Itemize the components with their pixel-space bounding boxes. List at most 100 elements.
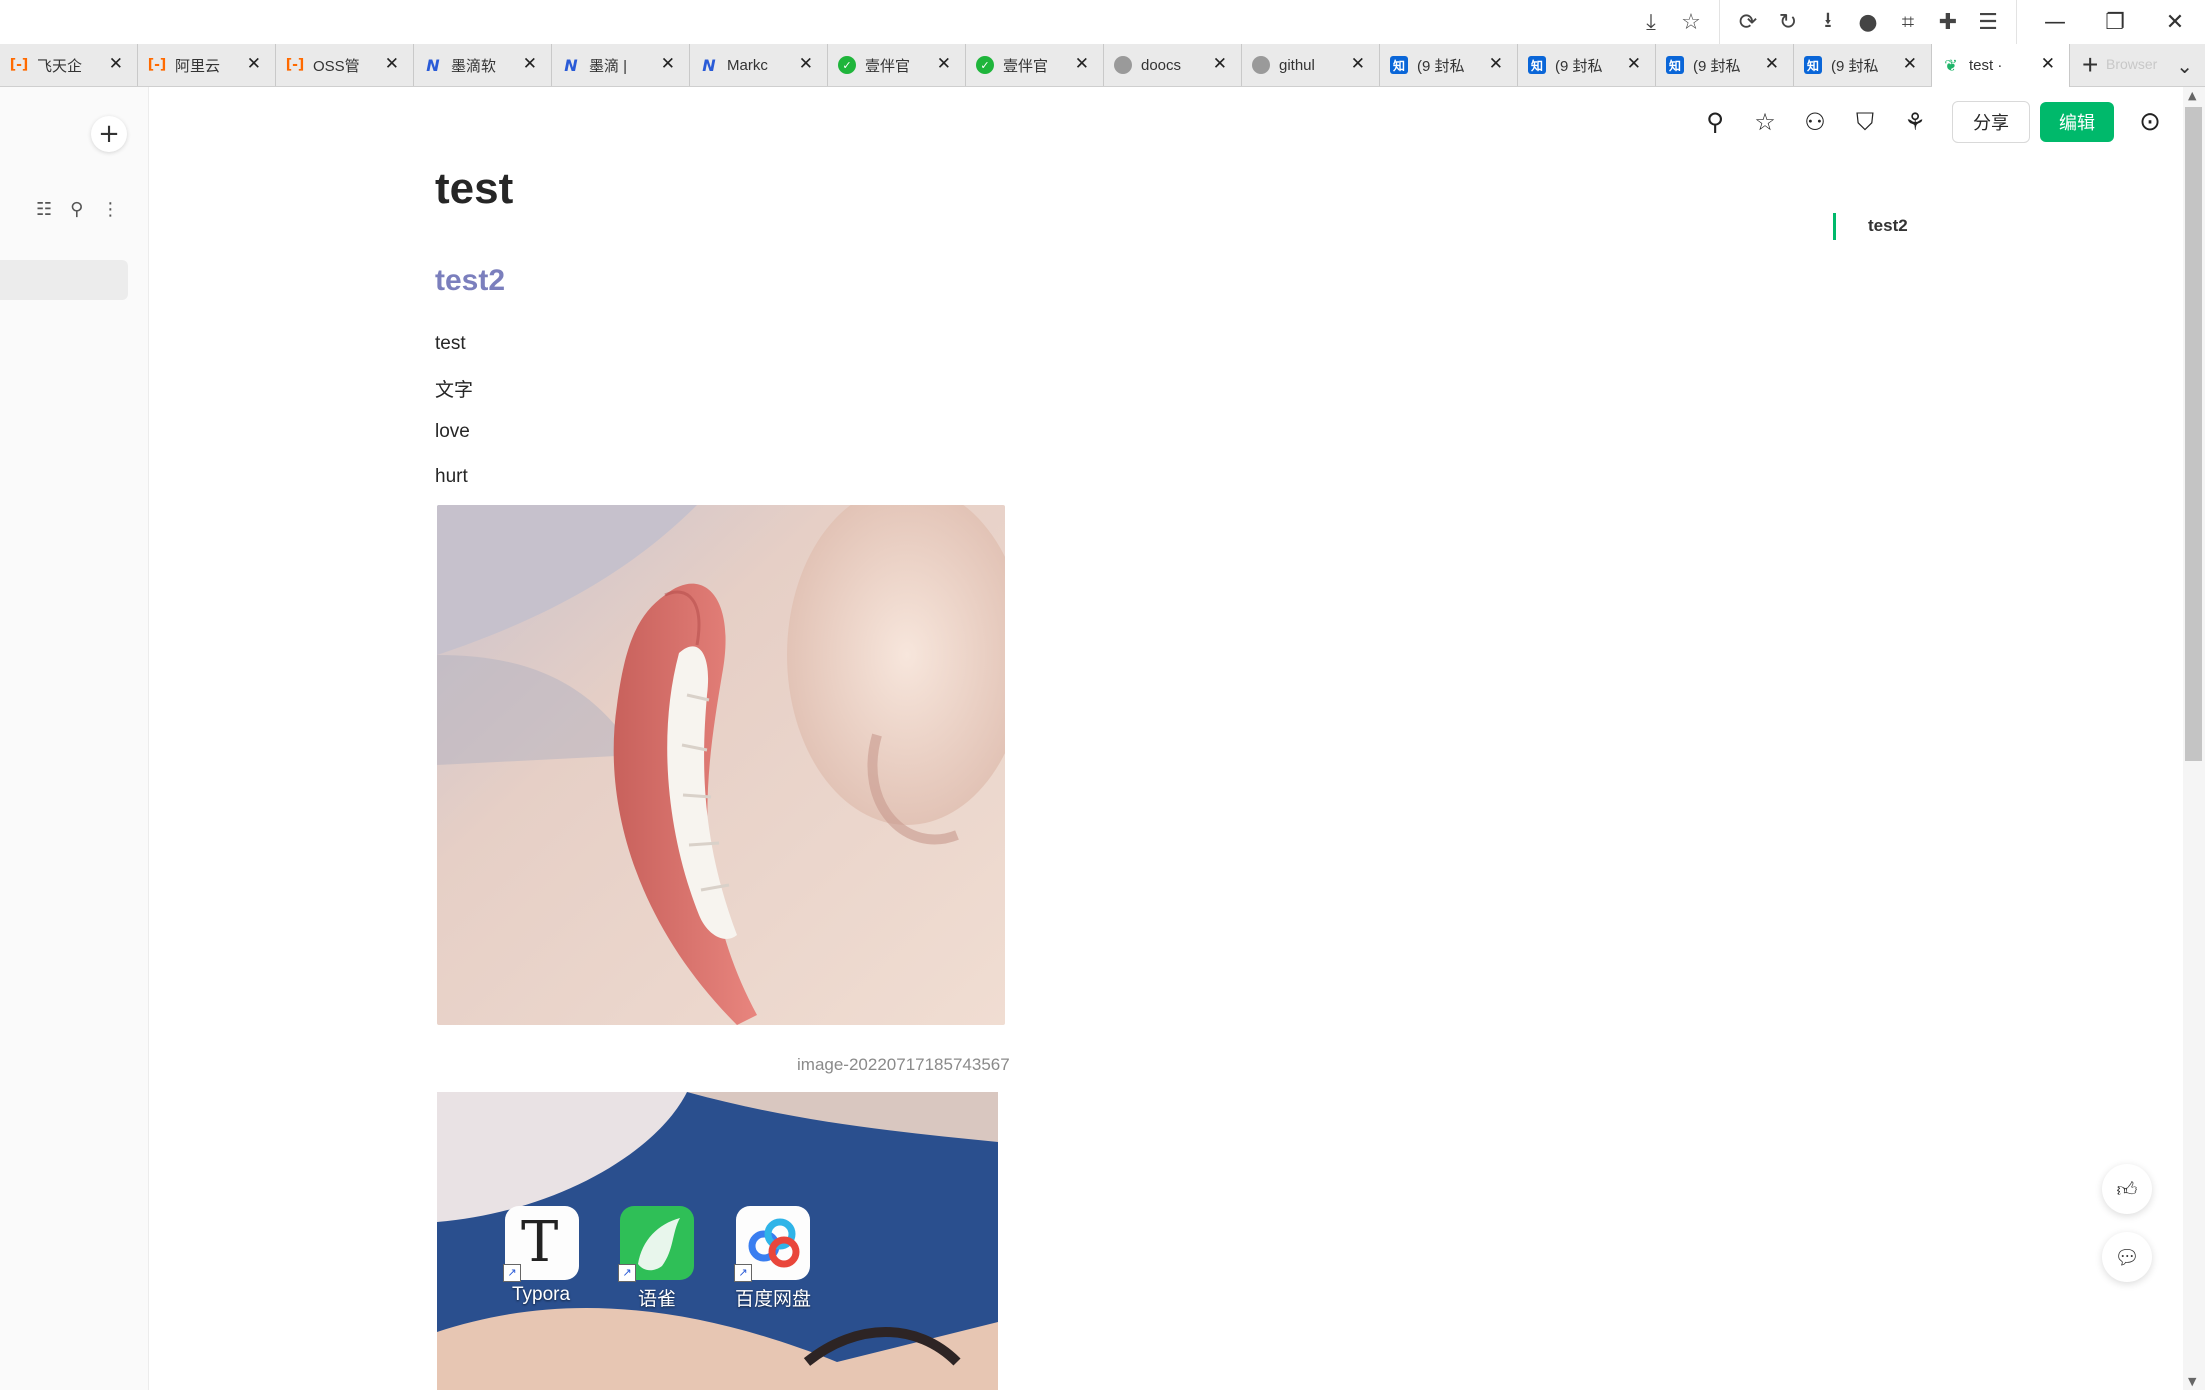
lips-photo[interactable]	[437, 505, 1005, 1025]
minimize-icon[interactable]: —	[2025, 0, 2085, 44]
browser-tab[interactable]: 知 (9 封私 ✕	[1380, 44, 1518, 86]
page-scrollbar[interactable]: ▲ ▼	[2183, 87, 2205, 1390]
tab-title: (9 封私	[1831, 57, 1879, 75]
modi-icon: N	[702, 55, 716, 75]
tab-close-icon[interactable]: ✕	[937, 54, 951, 74]
download-icon[interactable]: ⭳	[1808, 0, 1848, 44]
browser-tab[interactable]: [-] OSS管 ✕	[276, 44, 414, 86]
paragraph: love	[435, 421, 470, 442]
browser-tab[interactable]: [-] 飞天企 ✕	[0, 44, 138, 86]
zhihu-icon: 知	[1666, 56, 1684, 74]
browser-tab[interactable]: N 墨滴软 ✕	[414, 44, 552, 86]
banban-icon: ✓	[976, 56, 994, 74]
desktop-screenshot-photo[interactable]: T ↗ Typora ↗ 语雀 ↗ 百度网盘	[437, 1092, 998, 1390]
new-tab-button[interactable]: + Browser	[2070, 44, 2157, 86]
tab-list-chevron-icon[interactable]: ⌄	[2176, 54, 2193, 78]
image-caption: image-20220717185743567	[797, 1055, 1010, 1074]
baidu-netdisk-label: 百度网盘	[734, 1289, 811, 1310]
browser-tab[interactable]: 知 (9 封私 ✕	[1794, 44, 1932, 86]
tab-strip: [-] 飞天企 ✕ [-] 阿里云 ✕ [-] OSS管 ✕ N 墨滴软 ✕ N 墨滴 | ✕ NM…	[0, 44, 2205, 87]
menu-icon[interactable]: ☰	[1968, 0, 2008, 44]
browser-toolbar: ⤓ ☆ ⟳ ↻ ⭳ ● ⌗ ✚ ☰ — ❐ ✕	[1631, 0, 2205, 44]
typora-glyph: T	[521, 1210, 559, 1275]
browser-tab[interactable]: ✓ 壹伴官 ✕	[828, 44, 966, 86]
search-icon[interactable]: ⚲	[1690, 100, 1740, 144]
tab-close-icon[interactable]: ✕	[2041, 54, 2055, 74]
modi-icon: N	[564, 55, 578, 75]
close-icon[interactable]: ✕	[2145, 0, 2205, 44]
aliyun-icon: [-]	[9, 57, 29, 73]
aliyun-icon: [-]	[285, 57, 305, 73]
comment-icon: 💬︎	[2114, 1245, 2140, 1269]
tab-close-icon[interactable]: ✕	[1489, 54, 1503, 74]
modi-icon: N	[426, 55, 440, 75]
browser-tab[interactable]: 知 (9 封私 ✕	[1518, 44, 1656, 86]
sync-icon[interactable]: ⟳	[1728, 0, 1768, 44]
tab-close-icon[interactable]: ✕	[1903, 54, 1917, 74]
tab-close-icon[interactable]: ✕	[385, 54, 399, 74]
star-icon[interactable]: ☆	[1740, 100, 1790, 144]
browser-tab[interactable]: 知 (9 封私 ✕	[1656, 44, 1794, 86]
restore-icon[interactable]: ❐	[2085, 0, 2145, 44]
avatar-icon[interactable]: ●	[1848, 0, 1888, 44]
browser-tab[interactable]: N 墨滴 | ✕	[552, 44, 690, 86]
share-button[interactable]: 分享	[1952, 101, 2030, 143]
undo-icon[interactable]: ↻	[1768, 0, 1808, 44]
shortcut-arrow-icon: ↗	[503, 1264, 521, 1282]
comment-button[interactable]: 💬︎	[2102, 1232, 2152, 1282]
tab-title: OSS管	[313, 57, 360, 75]
download-save-icon[interactable]: ⤓	[1631, 0, 1671, 44]
browser-tab[interactable]: githul ✕	[1242, 44, 1380, 86]
scrollbar-thumb[interactable]	[2185, 107, 2202, 761]
like-button[interactable]: 👍︎	[2102, 1164, 2152, 1214]
sidebar-tools: ☷ ⚲ ⋮	[36, 199, 119, 220]
more-vertical-icon[interactable]: ⋮	[101, 199, 119, 220]
outline-active-indicator	[1833, 213, 1836, 240]
zhihu-icon: 知	[1390, 56, 1408, 74]
browser-tab[interactable]: doocs ✕	[1104, 44, 1242, 86]
tab-title: 墨滴软	[451, 57, 497, 75]
crop-icon[interactable]: ⌗	[1888, 0, 1928, 44]
paragraph: test	[435, 333, 466, 354]
tab-close-icon[interactable]: ✕	[523, 54, 537, 74]
tab-close-icon[interactable]: ✕	[1213, 54, 1227, 74]
tab-title: (9 封私	[1693, 57, 1741, 75]
tab-title: 墨滴 |	[589, 57, 628, 75]
search-icon[interactable]: ⚲	[70, 199, 83, 220]
tab-title: (9 封私	[1555, 57, 1603, 75]
banban-icon: ✓	[838, 56, 856, 74]
scroll-down-icon[interactable]: ▼	[2188, 1375, 2196, 1388]
tab-title: githul	[1279, 56, 1315, 74]
tab-close-icon[interactable]: ✕	[661, 54, 675, 74]
add-collaborator-icon[interactable]: ⚇	[1790, 100, 1840, 144]
edit-button[interactable]: 编辑	[2040, 102, 2114, 142]
zhihu-icon: 知	[1528, 56, 1546, 74]
browser-tab[interactable]: ✓ 壹伴官 ✕	[966, 44, 1104, 86]
browser-tab[interactable]: N Markc ✕	[690, 44, 828, 86]
tab-close-icon[interactable]: ✕	[1075, 54, 1089, 74]
sidebar-selected-item[interactable]	[0, 260, 128, 300]
mindmap-icon[interactable]: ⚘	[1890, 100, 1940, 144]
more-options-icon[interactable]: ⊙	[2134, 106, 2166, 138]
tab-close-icon[interactable]: ✕	[1627, 54, 1641, 74]
browser-tab-active[interactable]: ❦ test · ✕	[1932, 44, 2070, 87]
scroll-up-icon[interactable]: ▲	[2188, 89, 2196, 102]
tab-close-icon[interactable]: ✕	[247, 54, 261, 74]
doc-toolbar: ⚲ ☆ ⚇ ⛉ ⚘ 分享 编辑 ⊙	[1690, 100, 2166, 144]
list-icon[interactable]: ☷	[36, 199, 52, 220]
tab-close-icon[interactable]: ✕	[109, 54, 123, 74]
extension-icon[interactable]: ✚	[1928, 0, 1968, 44]
heading-2: test2	[435, 264, 506, 297]
paragraph: 文字	[435, 380, 474, 401]
doc-title: test	[435, 164, 514, 213]
tab-close-icon[interactable]: ✕	[1765, 54, 1779, 74]
yuque-icon: ❦	[1944, 56, 1958, 75]
add-button[interactable]: +	[91, 116, 127, 152]
outline-item[interactable]: test2	[1868, 216, 1908, 236]
star-icon[interactable]: ☆	[1671, 0, 1711, 44]
presentation-icon[interactable]: ⛉	[1840, 100, 1890, 144]
tab-close-icon[interactable]: ✕	[799, 54, 813, 74]
tab-close-icon[interactable]: ✕	[1351, 54, 1365, 74]
browser-tab[interactable]: [-] 阿里云 ✕	[138, 44, 276, 86]
paragraph: hurt	[435, 466, 468, 487]
